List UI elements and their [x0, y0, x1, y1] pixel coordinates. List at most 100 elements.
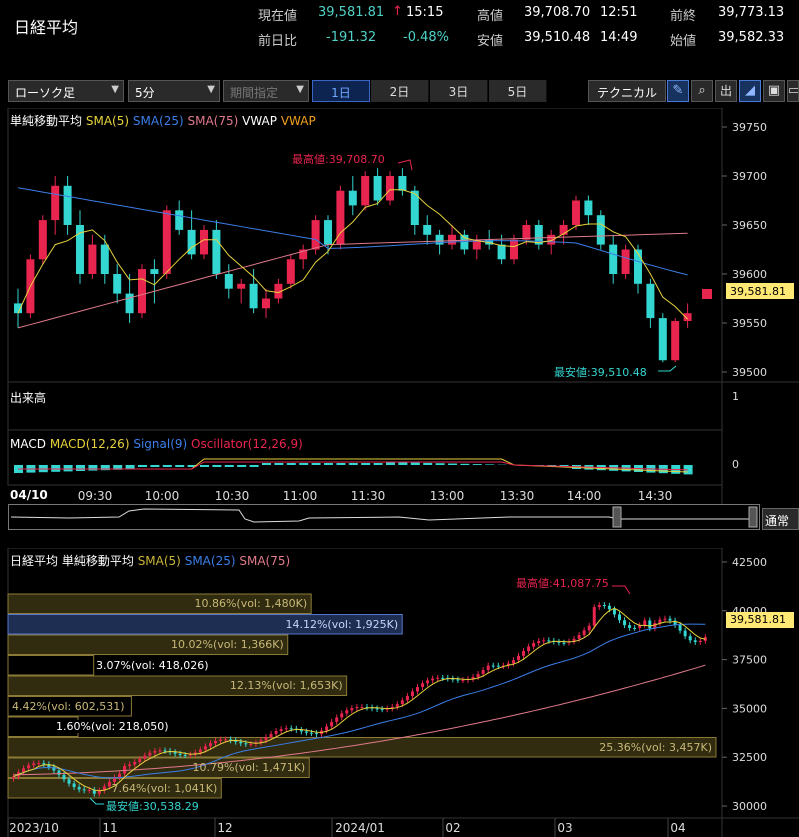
macd-bar	[299, 463, 309, 465]
macd-bar	[249, 465, 259, 467]
macd-bar	[348, 463, 358, 465]
range-5d-button[interactable]: 5日	[489, 80, 547, 102]
daily-candle-body	[400, 700, 404, 705]
daily-candle-body	[148, 752, 152, 756]
daily-candle-body	[542, 640, 546, 642]
low-time: 14:49	[600, 30, 638, 45]
prev-close-value: 39,773.13	[718, 5, 785, 20]
area-chart-icon[interactable]: ◢	[739, 80, 761, 102]
daily-candle-body	[315, 733, 318, 735]
output-icon[interactable]: 出	[715, 80, 737, 102]
daily-candle-body	[118, 773, 122, 778]
macd-bar	[88, 465, 98, 471]
high-label: 高値	[477, 9, 504, 24]
range-1d-button[interactable]: 1日	[312, 80, 370, 102]
scroll-mode-button[interactable]: 通常	[762, 508, 799, 530]
candle-body	[497, 244, 506, 260]
daily-candle-body	[577, 635, 581, 639]
chart-type-select[interactable]: ローソク足 ▼	[8, 80, 124, 102]
range-navigator[interactable]	[8, 504, 760, 530]
macd-bar	[224, 465, 234, 467]
indicator-legend: 単純移動平均 SMA(5) SMA(25) SMA(75) VWAP VWAP	[10, 112, 316, 129]
candle-body	[224, 274, 233, 289]
intraday-low-annotation: 最安値:39,510.48	[554, 366, 647, 379]
daily-candle-body	[178, 753, 182, 755]
daily-x-tick-label: 03	[557, 821, 572, 835]
daily-candle-body	[239, 741, 243, 744]
intraday-price-tag: 39,581.81	[730, 285, 786, 298]
daily-x-ticks: 2023/10 11 12 2024/01 02 03 04	[7, 818, 686, 837]
technical-button[interactable]: テクニカル	[588, 80, 667, 102]
macd-bar	[63, 465, 73, 472]
daily-candle-body	[123, 765, 127, 774]
navigator-sparkline	[10, 506, 758, 528]
zoom-icon[interactable]: ⌕	[691, 80, 713, 102]
range-3d-button[interactable]: 3日	[430, 80, 488, 102]
macd-bar	[76, 465, 85, 471]
x-tick-label: 11:00	[283, 489, 318, 503]
macd-bar	[262, 463, 271, 465]
candle-body	[510, 239, 518, 260]
period-select[interactable]: 期間指定 ▼	[223, 80, 309, 102]
y-tick-label: 39700	[732, 170, 767, 183]
candle-body	[237, 283, 246, 289]
candle-body	[572, 200, 580, 225]
daily-candle-body	[421, 683, 425, 688]
candle-body	[584, 200, 593, 216]
daily-candle-body	[244, 743, 248, 745]
save-icon[interactable]: ▣	[763, 80, 785, 102]
daily-candle-body	[82, 789, 86, 791]
daily-candle-body	[688, 636, 692, 641]
daily-candle-body	[416, 687, 419, 692]
legend-sma75: SMA(75)	[187, 114, 239, 128]
daily-candle-body	[481, 669, 485, 674]
daily-candle-body	[643, 620, 647, 626]
legend-sma25: SMA(25)	[132, 114, 184, 128]
daily-candle-body	[224, 739, 228, 741]
x-tick-label: 13:00	[430, 489, 465, 503]
daily-candle-body	[183, 754, 187, 756]
daily-candle-body	[405, 696, 409, 701]
chevron-down-icon: ▼	[207, 84, 215, 95]
daily-candle-body	[350, 708, 354, 711]
daily-x-tick-label: 2024/01	[335, 821, 385, 835]
pencil-icon[interactable]: ✎	[667, 80, 689, 102]
x-tick-label: 10:30	[215, 489, 250, 503]
candle-body	[100, 244, 109, 274]
daily-candle-body	[107, 781, 111, 787]
macd-bar	[311, 463, 321, 465]
folder-icon[interactable]: ▭	[787, 80, 799, 102]
daily-x-tick-label: 2023/10	[9, 821, 59, 835]
candle-body	[621, 249, 630, 274]
daily-candle-body	[284, 728, 288, 730]
candle-body	[113, 274, 122, 294]
navigator-left-handle	[612, 506, 622, 528]
navigator-right-handle	[748, 506, 758, 528]
daily-candle-body	[309, 732, 313, 734]
daily-title: 日経平均	[10, 554, 59, 568]
daily-candle-body	[602, 605, 606, 607]
daily-candle-body	[173, 752, 177, 754]
daily-candle-body	[532, 643, 536, 647]
daily-candle-body	[214, 740, 217, 744]
candle-body	[311, 220, 320, 250]
y-tick-label: 39750	[732, 121, 767, 134]
daily-candle-body	[330, 721, 334, 727]
candle-body	[63, 185, 72, 225]
macd-bar	[410, 462, 420, 465]
low-annot-arrow	[658, 365, 677, 372]
daily-candle-body	[648, 620, 652, 629]
daily-candle-body	[62, 774, 66, 780]
range-2d-button[interactable]: 2日	[371, 80, 429, 102]
macd-bar	[212, 465, 222, 467]
daily-candle-body	[32, 763, 36, 766]
candle-body	[683, 313, 692, 322]
candle-body	[249, 283, 258, 309]
daily-candle-body	[597, 605, 601, 608]
x-tick-label: 13:30	[500, 489, 535, 503]
interval-select[interactable]: 5分 ▼	[128, 80, 220, 102]
daily-candle-body	[633, 627, 637, 629]
candle-body	[200, 229, 208, 255]
interval-value: 5分	[135, 86, 155, 100]
daily-x-tick-label: 02	[445, 821, 460, 835]
